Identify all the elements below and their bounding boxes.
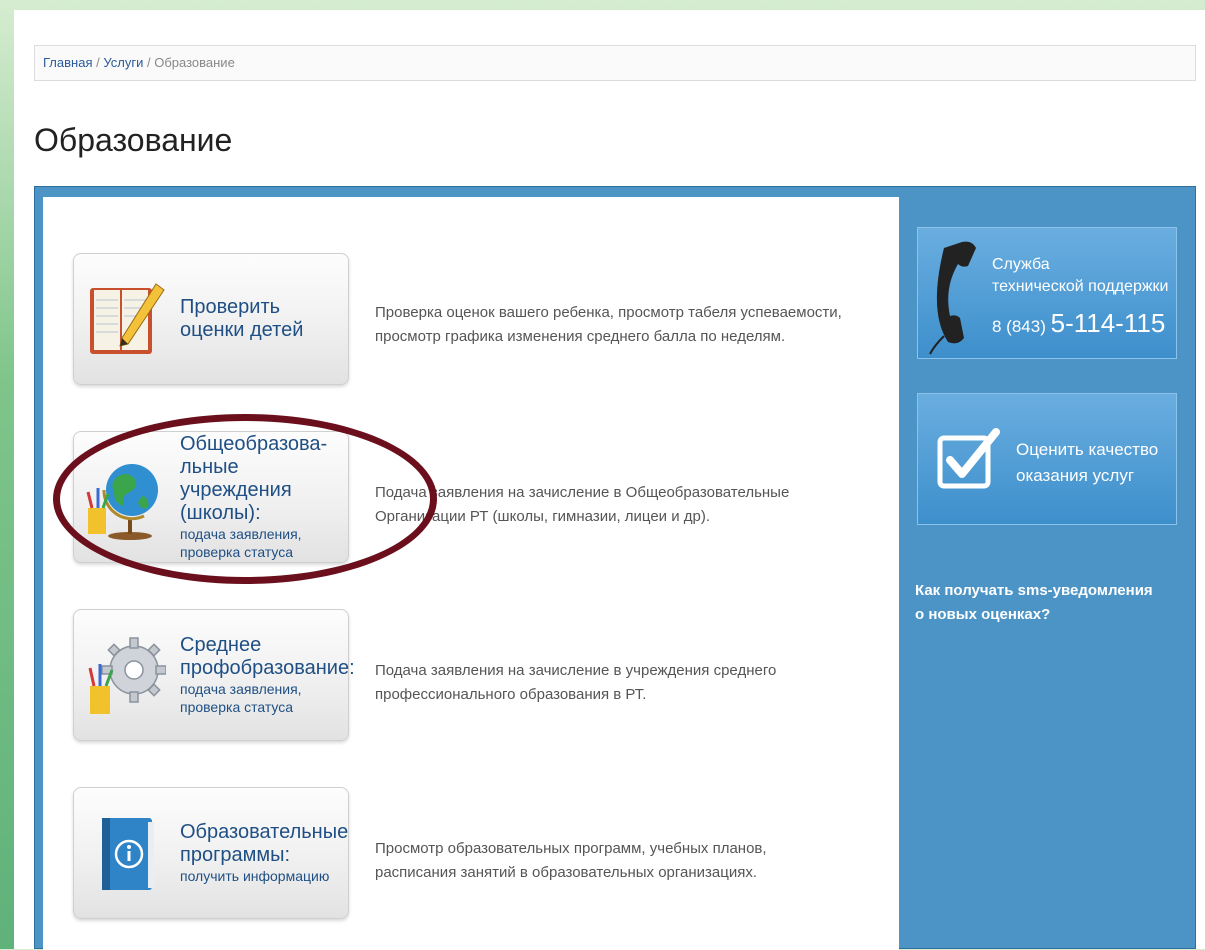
breadcrumb-home[interactable]: Главная — [43, 55, 92, 70]
support-phone: 8 (843) 5-114-115 — [992, 308, 1165, 339]
page-title: Образование — [34, 122, 233, 158]
services-list: Проверить оценки детей Проверка оценок в… — [43, 197, 899, 950]
educational-programs-label: Образовательные программы: получить инфо… — [180, 788, 349, 918]
service-title-line: льные учреждения — [180, 456, 292, 501]
breadcrumb-current: Образование — [154, 55, 235, 70]
support-phone-number: 5-114-115 — [1050, 308, 1166, 338]
vocational-education-description: Подача заявления на зачисление в учрежде… — [375, 659, 875, 707]
service-title-line: (школы): — [180, 502, 261, 524]
quality-line1: Оценить качество — [1016, 440, 1159, 459]
check-grades-label: Проверить оценки детей — [180, 254, 342, 384]
page: Главная / Услуги / Образование Образован… — [14, 10, 1205, 950]
rate-service-quality-banner[interactable]: Оценить качество оказания услуг — [917, 393, 1177, 525]
vocational-education-label: Среднее профобразование: подача заявлени… — [180, 610, 355, 740]
support-phone-prefix: 8 (843) — [992, 317, 1046, 336]
support-subtitle: технической поддержки — [992, 278, 1169, 295]
description-line: Подача заявления на зачисление в учрежде… — [375, 662, 777, 679]
description-line: просмотр графика изменения среднего балл… — [375, 328, 786, 345]
schools-application-description: Подача заявления на зачисление в Общеобр… — [375, 481, 875, 529]
gear-pencils-icon — [88, 637, 166, 714]
globe-icon — [86, 464, 158, 540]
educational-programs-button[interactable]: Образовательные программы: получить инфо… — [73, 787, 349, 919]
description-line: Просмотр образовательных программ, учебн… — [375, 840, 767, 857]
check-grades-button[interactable]: Проверить оценки детей — [73, 253, 349, 385]
service-title-line: Общеобразова- — [180, 433, 328, 455]
services-panel: Проверить оценки детей Проверка оценок в… — [34, 186, 1196, 950]
service-title-line: Проверить — [180, 296, 281, 318]
description-line: расписания занятий в образовательных орг… — [375, 864, 758, 881]
schools-application-label: Общеобразова- льные учреждения (школы): … — [180, 432, 342, 562]
tech-support-banner[interactable]: Служба технической поддержки 8 (843) 5-1… — [917, 227, 1177, 359]
check-grades-description: Проверка оценок вашего ребенка, просмотр… — [375, 301, 875, 349]
breadcrumb-services[interactable]: Услуги — [103, 55, 143, 70]
service-subtitle-line: подача заявления, — [180, 681, 302, 697]
service-subtitle-line: проверка статуса — [180, 544, 294, 560]
sms-notifications-link[interactable]: Как получать sms-уведомления о новых оце… — [915, 579, 1195, 627]
checkbox-icon — [937, 428, 1000, 489]
sms-link-line: о новых оценках? — [915, 606, 1051, 623]
description-line: Подача заявления на зачисление в Общеобр… — [375, 484, 790, 501]
service-title-line: Образовательные — [180, 821, 349, 843]
breadcrumb-separator: / — [146, 55, 151, 70]
support-title: Служба — [992, 256, 1050, 273]
service-subtitle-line: подача заявления, — [180, 526, 302, 542]
description-line: Организации РТ (школы, гимназии, лицеи и… — [375, 508, 711, 525]
description-line: профессионального образования в РТ. — [375, 686, 647, 703]
service-subtitle-line: получить информацию — [180, 868, 330, 884]
quality-line2: оказания услуг — [1016, 466, 1135, 485]
service-title-line: Среднее — [180, 634, 262, 656]
info-book-icon — [102, 818, 154, 890]
gradebook-icon — [90, 283, 165, 354]
breadcrumb-separator: / — [96, 55, 100, 70]
service-title-line: программы: — [180, 844, 291, 866]
vocational-education-button[interactable]: Среднее профобразование: подача заявлени… — [73, 609, 355, 741]
service-title-line: профобразование: — [180, 657, 355, 679]
description-line: Проверка оценок вашего ребенка, просмотр… — [375, 304, 842, 321]
service-title-line: оценки детей — [180, 319, 304, 341]
schools-application-button[interactable]: Общеобразова- льные учреждения (школы): … — [73, 431, 349, 563]
service-subtitle-line: проверка статуса — [180, 699, 294, 715]
sms-link-line: Как получать sms-уведомления — [915, 582, 1153, 599]
breadcrumb: Главная / Услуги / Образование — [34, 45, 1196, 81]
telephone-icon — [929, 241, 976, 355]
educational-programs-description: Просмотр образовательных программ, учебн… — [375, 837, 875, 885]
